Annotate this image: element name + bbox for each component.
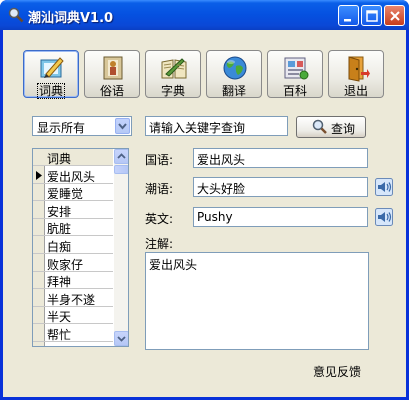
exit-door-icon <box>348 56 370 82</box>
chaoshan-field[interactable]: 大头好脸 <box>193 177 368 197</box>
scroll-thumb[interactable] <box>114 165 128 174</box>
chaoshan-label: 潮语: <box>145 182 174 196</box>
proverbs-button[interactable]: 俗语 <box>84 50 140 98</box>
translate-button[interactable]: 翻译 <box>206 50 262 98</box>
magnifier-app-icon <box>8 7 24 23</box>
list-item-label: 拜神 <box>47 275 72 289</box>
exit-button[interactable]: 退出 <box>328 50 384 98</box>
client-area: 词典 俗语 字典 翻译 百科 退出 显示所有 请输入关键字查询 查询 词典 爱出… <box>3 30 406 397</box>
title-bar[interactable]: 潮汕词典V1.0 <box>0 0 409 30</box>
list-item-label: 白痴 <box>47 240 72 254</box>
scroll-down-button[interactable] <box>114 331 128 346</box>
feedback-link[interactable]: 意见反馈 <box>313 363 361 380</box>
chevron-up-icon <box>117 153 126 159</box>
list-header: 词典 <box>33 149 113 166</box>
maximize-button[interactable] <box>361 5 382 26</box>
exit-button-label: 退出 <box>343 84 368 98</box>
word-list[interactable]: 词典 爱出风头爱睡觉安排肮脏白痴败家仔拜神半身不遂半天帮忙 <box>32 148 129 347</box>
search-icon <box>312 119 327 134</box>
character-dictionary-button[interactable]: 字典 <box>145 50 201 98</box>
minimize-button[interactable] <box>338 5 359 26</box>
encyclopedia-icon <box>284 57 309 80</box>
list-item-label: 爱出风头 <box>47 170 96 184</box>
maximize-icon <box>366 10 378 22</box>
list-item[interactable]: 安排 <box>33 202 113 219</box>
list-item[interactable]: 半身不遂 <box>33 290 113 307</box>
list-item[interactable]: 败家仔 <box>33 255 113 272</box>
close-icon <box>390 11 400 21</box>
search-button-label: 查询 <box>331 122 356 136</box>
row-selector-icon <box>36 171 42 180</box>
list-item-label: 半身不遂 <box>47 293 96 307</box>
search-input[interactable]: 请输入关键字查询 <box>145 116 288 136</box>
encyclopedia-button[interactable]: 百科 <box>267 50 323 98</box>
english-label: 英文: <box>145 212 174 226</box>
list-item-label: 肮脏 <box>47 222 72 236</box>
list-header-label: 词典 <box>47 152 72 166</box>
window-title: 潮汕词典V1.0 <box>28 11 114 26</box>
list-item-label: 帮忙 <box>47 328 72 342</box>
minimize-icon <box>344 19 351 22</box>
proverbs-button-label: 俗语 <box>99 84 124 98</box>
list-item-label: 败家仔 <box>47 258 84 272</box>
dictionary-pen-icon <box>40 57 64 78</box>
list-item[interactable]: 爱睡觉 <box>33 184 113 201</box>
app-window: 潮汕词典V1.0 词典 俗语 字典 翻译 百科 退出 显示所有 请输入关键字查询… <box>0 0 409 400</box>
dictionary-button[interactable]: 词典 <box>23 50 79 99</box>
dropdown-arrow-button[interactable] <box>115 118 130 134</box>
list-item[interactable]: 白痴 <box>33 237 113 254</box>
chevron-down-icon <box>118 123 127 130</box>
notes-textarea[interactable]: 爱出风头 <box>145 252 369 350</box>
mandarin-field[interactable]: 爱出风头 <box>193 148 368 168</box>
filter-select[interactable]: 显示所有 <box>32 116 132 136</box>
speaker-icon[interactable] <box>375 178 393 196</box>
list-item-label: 爱睡觉 <box>47 187 84 201</box>
list-item-label: 安排 <box>47 205 72 219</box>
list-item[interactable]: 拜神 <box>33 272 113 289</box>
character-dictionary-button-label: 字典 <box>160 84 185 98</box>
translate-button-label: 翻译 <box>221 84 246 98</box>
filter-select-value: 显示所有 <box>37 121 86 135</box>
mandarin-label: 国语: <box>145 153 174 167</box>
open-book-icon <box>161 58 187 79</box>
list-scrollbar[interactable] <box>114 149 128 346</box>
chevron-down-icon <box>117 336 126 342</box>
notes-label: 注解: <box>145 237 174 251</box>
english-field[interactable]: Pushy <box>193 207 368 227</box>
list-item[interactable]: 爱出风头 <box>33 167 113 184</box>
encyclopedia-button-label: 百科 <box>282 84 307 98</box>
list-item[interactable]: 肮脏 <box>33 219 113 236</box>
list-item-label: 半天 <box>47 310 72 324</box>
list-item[interactable]: 帮忙 <box>33 325 113 342</box>
dictionary-button-label: 词典 <box>36 83 65 99</box>
close-button[interactable] <box>384 5 405 26</box>
search-button[interactable]: 查询 <box>296 116 366 138</box>
scroll-up-button[interactable] <box>114 149 128 164</box>
book-figure-icon <box>103 56 123 80</box>
speaker-icon[interactable] <box>375 208 393 226</box>
globe-icon <box>223 56 247 80</box>
list-item[interactable]: 半天 <box>33 307 113 324</box>
